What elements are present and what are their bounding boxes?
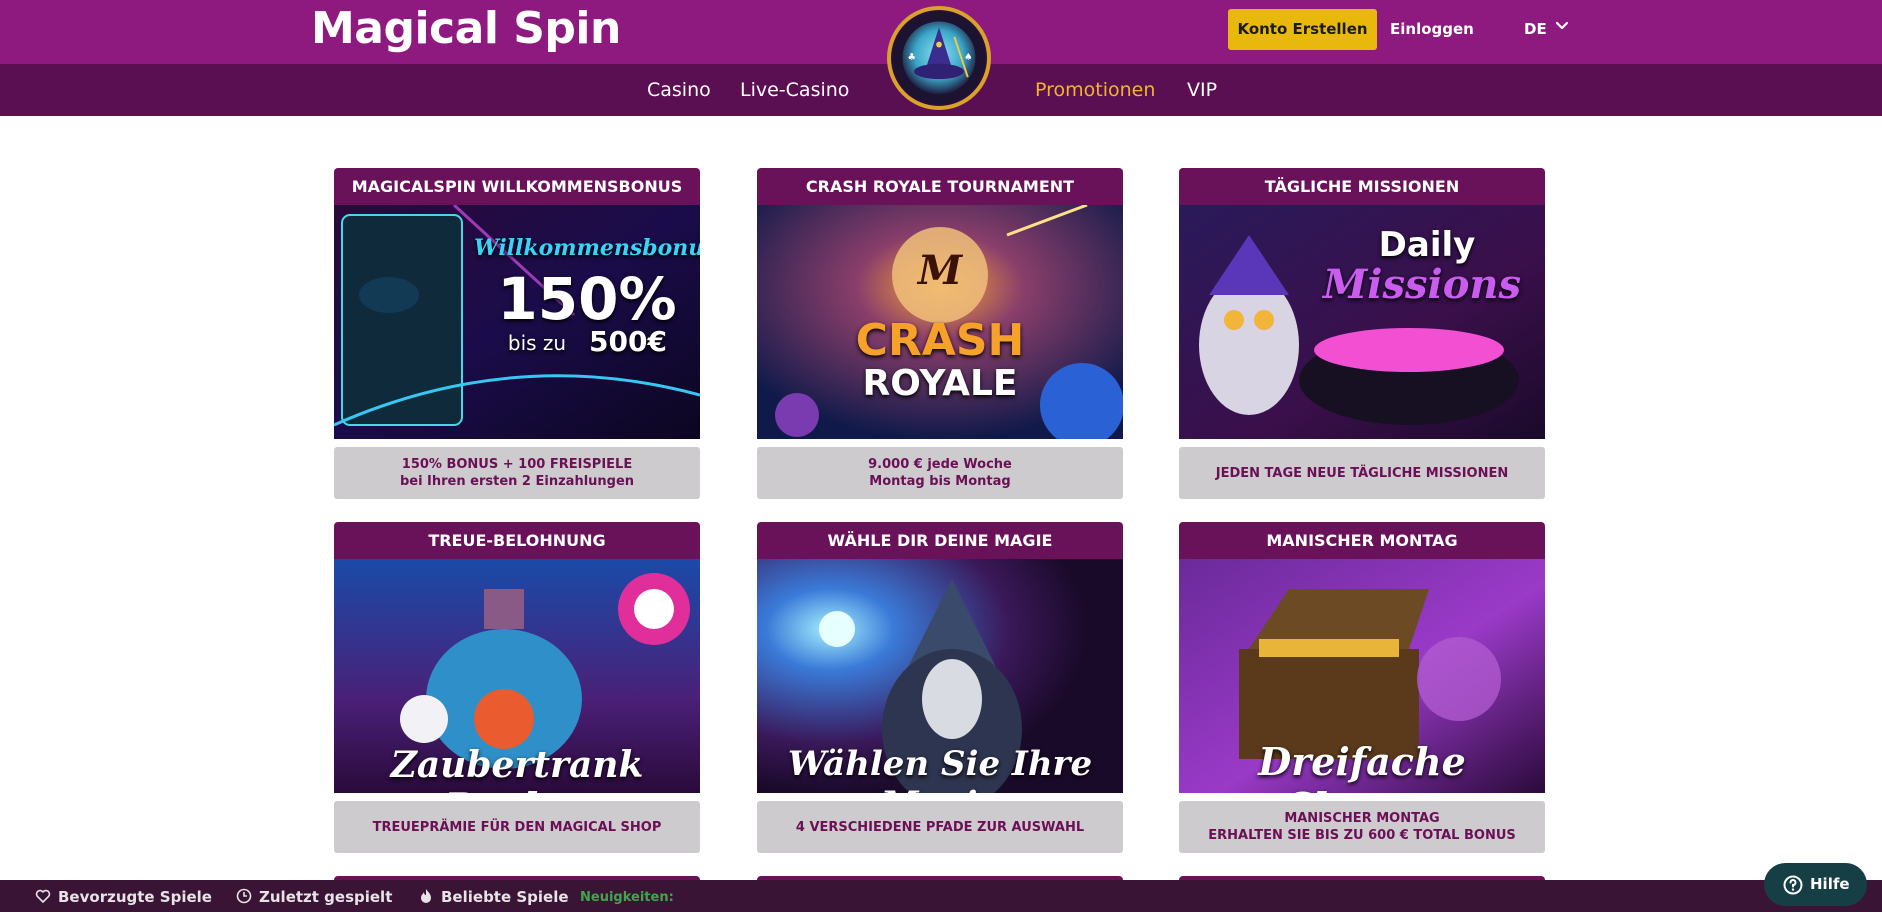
promo-description[interactable]: 4 VERSCHIEDENE PFADE ZUR AUSWAHL — [757, 801, 1123, 853]
promo-image[interactable]: Daily Missions — [1179, 205, 1545, 439]
promo-description[interactable]: TREUEPRÄMIE FÜR DEN MAGICAL SHOP — [334, 801, 700, 853]
help-button[interactable]: Hilfe — [1764, 863, 1867, 906]
language-selector[interactable]: DE — [1524, 18, 1547, 40]
promo-image-title-2: ROYALE — [862, 363, 1018, 404]
promo-description-line: 9.000 € jede Woche — [868, 457, 1012, 472]
svg-text:♠: ♠ — [964, 52, 973, 63]
promo-image[interactable]: Wählen Sie Ihre Magie — [757, 559, 1123, 793]
promo-description-line: bei Ihren ersten 2 Einzahlungen — [399, 474, 635, 489]
promo-image-percent: 150% — [497, 265, 677, 333]
promo-image-caption: Dreifache Chance — [1258, 739, 1466, 793]
favorites-link[interactable]: Bevorzugte Spiele — [58, 887, 212, 907]
promo-image[interactable]: Dreifache Chance — [1179, 559, 1545, 793]
promo-description-line: 4 VERSCHIEDENE PFADE ZUR AUSWAHL — [795, 819, 1085, 835]
recent-link[interactable]: Zuletzt gespielt — [259, 887, 392, 907]
promo-image-title-1: CRASH — [855, 315, 1025, 366]
promo-title: TREUE-BELOHNUNG — [334, 522, 700, 559]
promo-description-line: TREUEPRÄMIE FÜR DEN MAGICAL SHOP — [372, 819, 662, 835]
promo-card-manic-monday[interactable]: MANISCHER MONTAG Dreifache Chance MANISC… — [1179, 522, 1545, 853]
promo-description[interactable]: 9.000 € jede Woche Montag bis Montag — [757, 447, 1123, 499]
popular-link[interactable]: Beliebte Spiele — [441, 887, 569, 907]
promo-title: MAGICALSPIN WILLKOMMENSBONUS — [334, 168, 700, 205]
wizard-hat-icon: ♣ ♠ — [892, 11, 986, 105]
promo-title: WÄHLE DIR DEINE MAGIE — [757, 522, 1123, 559]
register-button[interactable]: Konto Erstellen — [1228, 9, 1377, 50]
question-icon — [1783, 875, 1803, 895]
promo-description-line: JEDEN TAGE NEUE TÄGLICHE MISSIONEN — [1215, 465, 1509, 481]
promo-description[interactable]: MANISCHER MONTAG ERHALTEN SIE BIS ZU 600… — [1179, 801, 1545, 853]
heart-icon[interactable] — [35, 888, 51, 904]
promo-image-upto: bis zu — [507, 331, 567, 355]
promo-image-caption: Zaubertrank Punkte — [390, 744, 644, 793]
promo-image[interactable]: Willkommensbonus 150% bis zu 500€ — [334, 205, 700, 439]
promo-card-daily-missions[interactable]: TÄGLICHE MISSIONEN Daily Missions JEDEN … — [1179, 168, 1545, 499]
promo-title: MANISCHER MONTAG — [1179, 522, 1545, 559]
nav-item-casino[interactable]: Casino — [647, 78, 711, 102]
promo-description[interactable]: JEDEN TAGE NEUE TÄGLICHE MISSIONEN — [1179, 447, 1545, 499]
promo-description-line: Montag bis Montag — [869, 474, 1011, 489]
nav-item-promotions[interactable]: Promotionen — [1035, 78, 1155, 102]
promo-image-heading: Willkommensbonus — [474, 235, 700, 261]
promo-image-caption: Wählen Sie Ihre Magie — [787, 744, 1093, 793]
promo-card-welcome[interactable]: MAGICALSPIN WILLKOMMENSBONUS Willkommens… — [334, 168, 700, 499]
promo-image-logo-letter: M — [917, 247, 963, 294]
site-emblem[interactable]: ♣ ♠ — [887, 6, 991, 110]
promo-image[interactable]: Zaubertrank Punkte — [334, 559, 700, 793]
promo-card-choose-magic[interactable]: WÄHLE DIR DEINE MAGIE Wählen Sie Ihre Ma… — [757, 522, 1123, 853]
nav-item-vip[interactable]: VIP — [1187, 78, 1217, 102]
promo-image-missions: Missions — [1323, 261, 1521, 308]
promo-card-crash-royale[interactable]: CRASH ROYALE TOURNAMENT M CRASH ROYALE 9… — [757, 168, 1123, 499]
news-label: Neuigkeiten: — [580, 890, 674, 905]
promo-image-amount: 500€ — [589, 325, 667, 358]
promo-card-loyalty[interactable]: TREUE-BELOHNUNG Zaubertrank Punkte TREUE… — [334, 522, 700, 853]
promo-title: CRASH ROYALE TOURNAMENT — [757, 168, 1123, 205]
promo-description[interactable]: 150% BONUS + 100 FREISPIELE bei Ihren er… — [334, 447, 700, 499]
svg-text:♣: ♣ — [907, 52, 916, 63]
flame-icon[interactable] — [418, 888, 434, 904]
promo-description-line: ERHALTEN SIE BIS ZU 600 € TOTAL BONUS — [1208, 828, 1516, 843]
promo-description-line: MANISCHER MONTAG — [1284, 811, 1440, 826]
bottom-quickbar: Bevorzugte Spiele Zuletzt gespielt Belie… — [0, 880, 1882, 912]
help-label: Hilfe — [1810, 875, 1850, 893]
promo-title: TÄGLICHE MISSIONEN — [1179, 168, 1545, 205]
promo-image-daily: Daily — [1378, 225, 1476, 265]
nav-item-live-casino[interactable]: Live-Casino — [740, 78, 849, 102]
login-link[interactable]: Einloggen — [1390, 18, 1474, 40]
brand-logo-text[interactable]: Magical Spin — [311, 4, 621, 54]
promo-image[interactable]: M CRASH ROYALE — [757, 205, 1123, 439]
clock-icon[interactable] — [236, 888, 252, 904]
chevron-down-icon[interactable] — [1553, 17, 1571, 35]
promo-description-line: 150% BONUS + 100 FREISPIELE — [401, 457, 633, 472]
